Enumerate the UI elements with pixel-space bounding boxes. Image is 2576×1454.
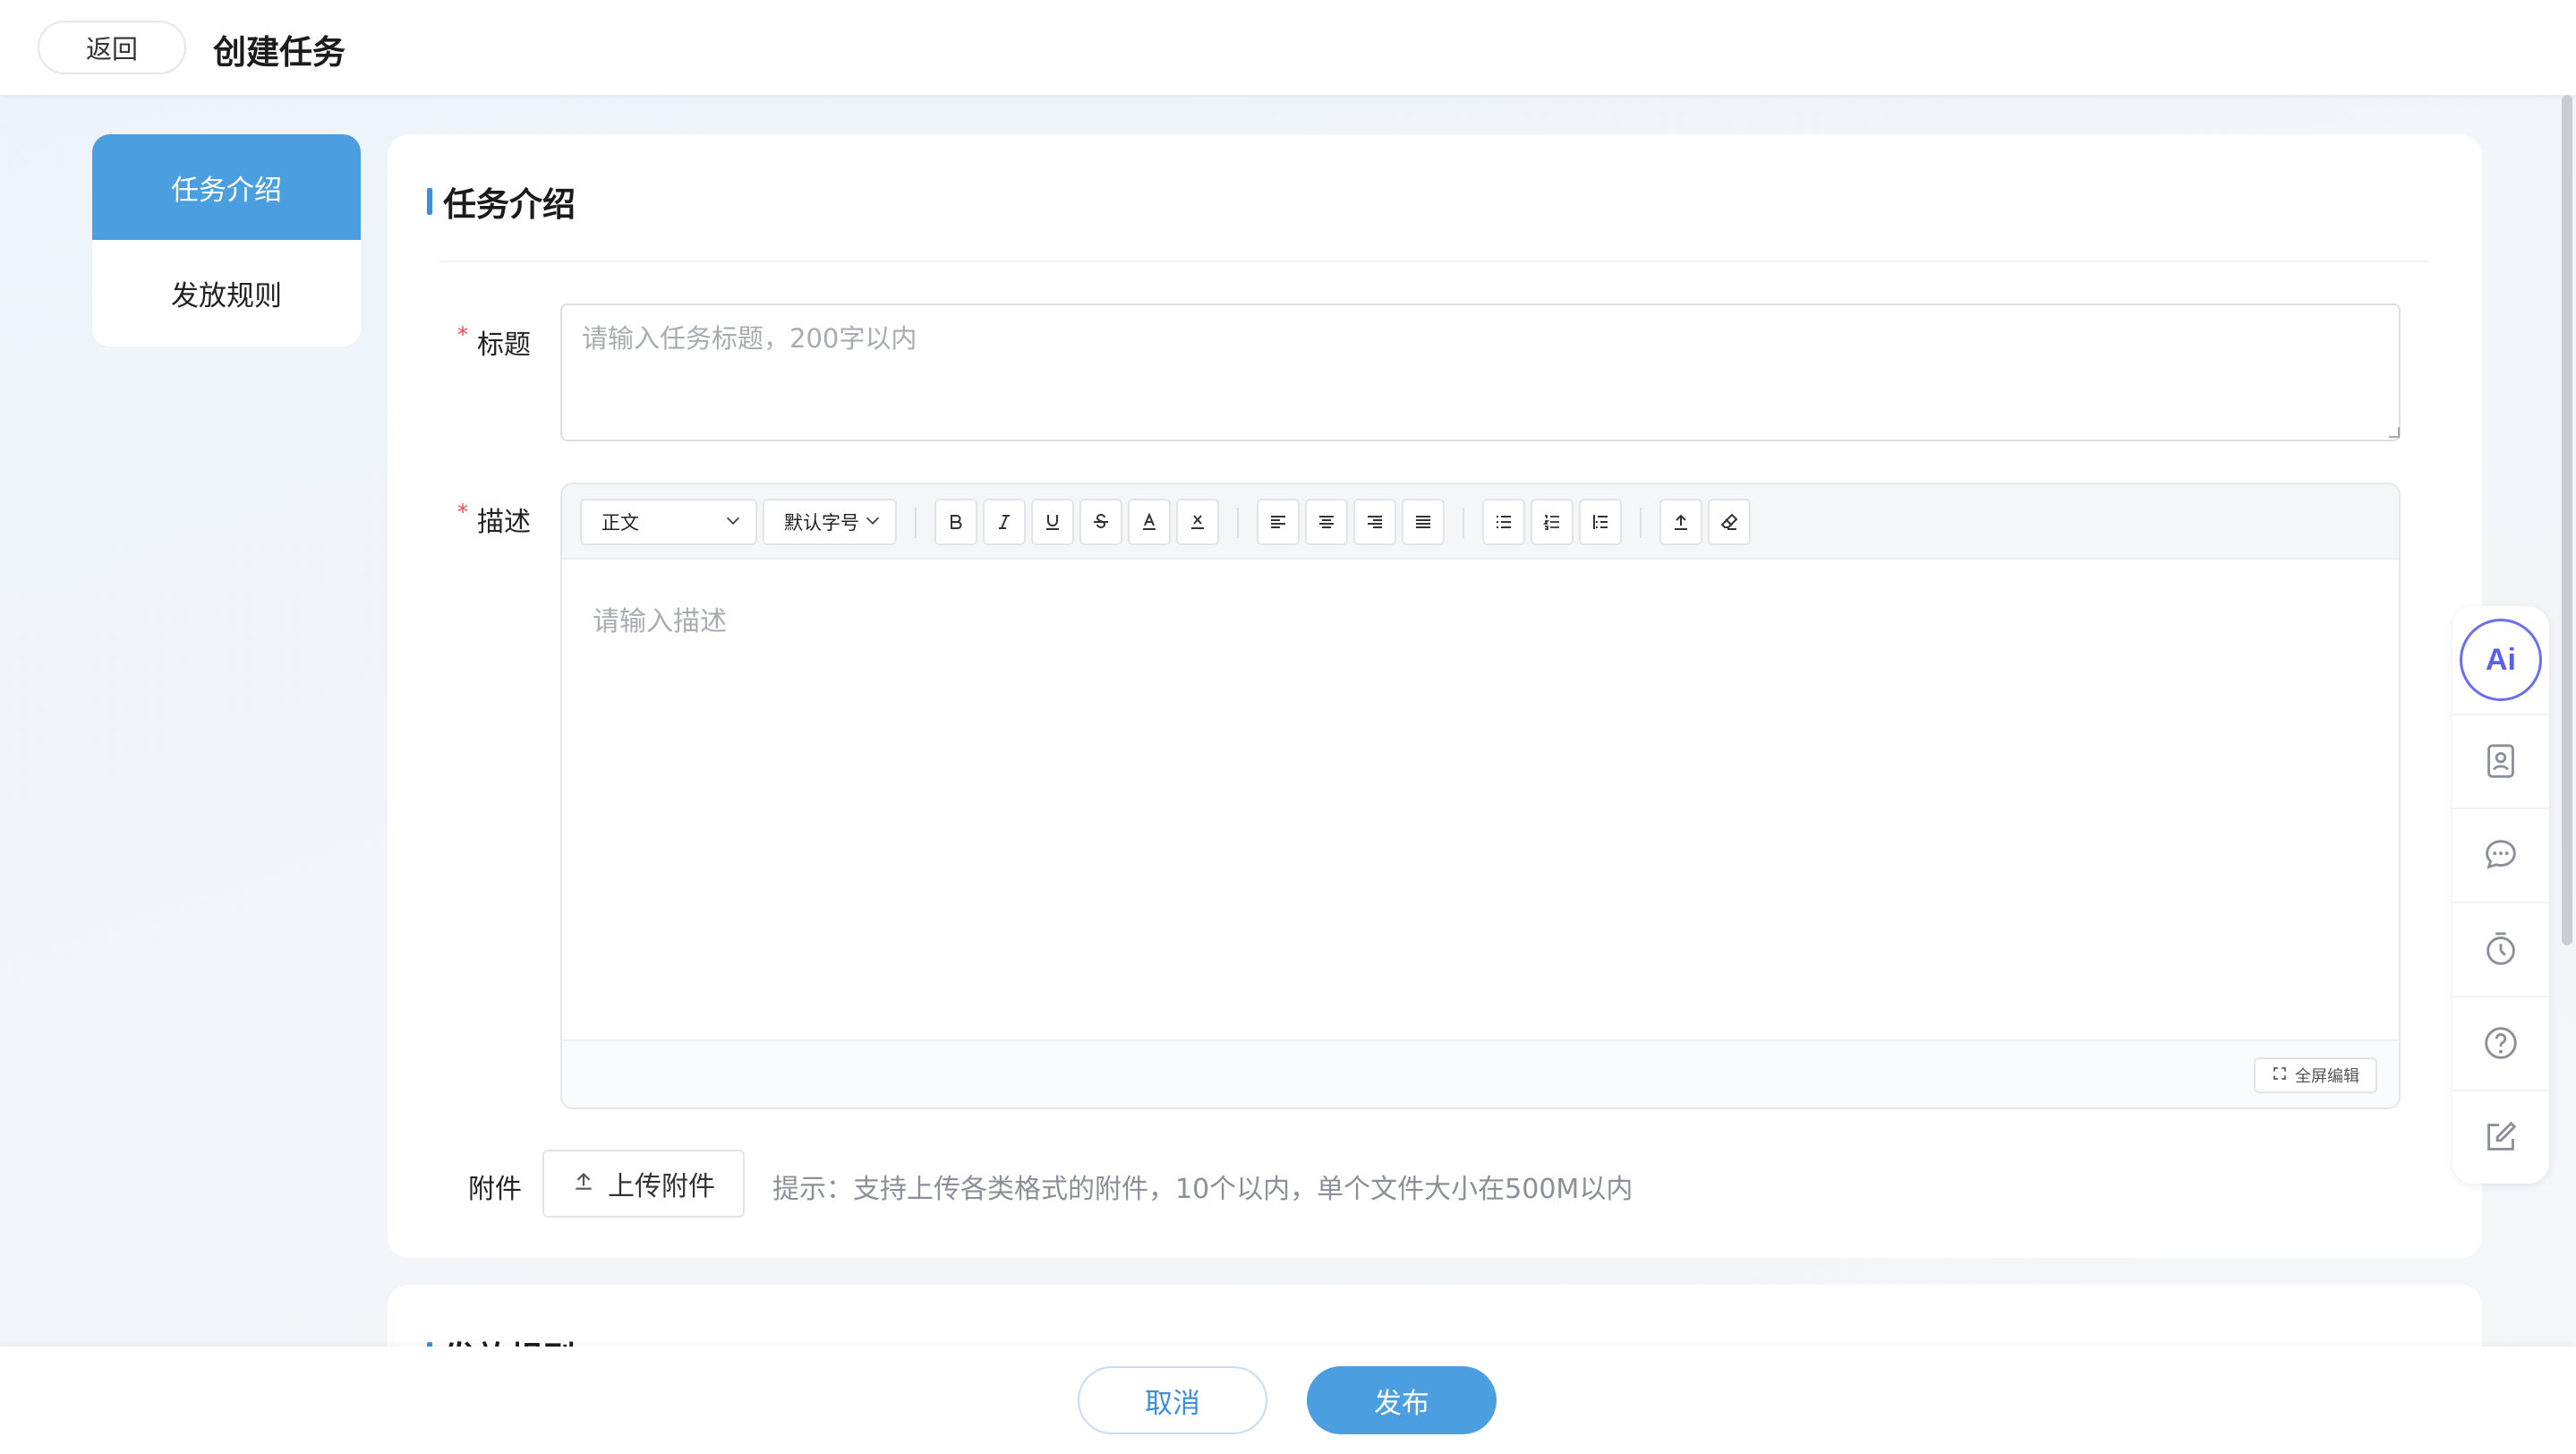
toolbar-separator — [1237, 508, 1239, 538]
chevron-down-icon — [723, 510, 743, 535]
underline-button[interactable] — [1031, 499, 1074, 545]
nav-item-task-intro[interactable]: 任务介绍 — [92, 134, 361, 240]
bullet-list-icon — [1497, 516, 1511, 528]
clear-format-icon — [1191, 515, 1204, 529]
paragraph-style-value: 正文 — [601, 512, 639, 534]
fullscreen-edit-button[interactable]: 全屏编辑 — [2254, 1057, 2377, 1093]
toolbar-separator — [1463, 508, 1464, 538]
help-icon — [2485, 1027, 2517, 1059]
bullet-list-button[interactable] — [1482, 499, 1525, 545]
align-justify-icon — [1416, 516, 1430, 528]
edit-button[interactable] — [2452, 1090, 2549, 1183]
chat-icon — [2486, 840, 2516, 869]
task-intro-card: 任务介绍 * 标题 * 描述 正文 默认字号 — [388, 134, 2482, 1258]
bold-button[interactable] — [934, 499, 977, 545]
align-left-button[interactable] — [1257, 499, 1300, 545]
section-title: 任务介绍 — [443, 185, 576, 224]
editor-content-area[interactable]: 请输入描述 — [562, 561, 2399, 1036]
bold-icon — [951, 515, 962, 529]
required-mark: * — [457, 322, 468, 347]
strikethrough-icon — [1094, 514, 1108, 528]
upload-hint: 提示：支持上传各类格式的附件，10个以内，单个文件大小在500M以内 — [772, 1174, 1633, 1205]
indent-list-button[interactable] — [1579, 499, 1622, 545]
attachment-label: 附件 — [468, 1174, 522, 1205]
publish-button[interactable]: 发布 — [1307, 1366, 1497, 1434]
align-right-icon — [1368, 516, 1382, 528]
top-bar: 返回 创建任务 — [0, 0, 2576, 95]
cancel-button[interactable]: 取消 — [1078, 1366, 1267, 1434]
upload-attachment-label: 上传附件 — [608, 1171, 715, 1202]
edit-icon — [2487, 1121, 2517, 1150]
divider — [439, 261, 2430, 262]
back-button[interactable]: 返回 — [38, 21, 186, 74]
ai-assistant-button[interactable]: Ai — [2460, 619, 2542, 701]
align-justify-button[interactable] — [1402, 499, 1445, 545]
underline-icon — [1046, 515, 1059, 530]
strikethrough-button[interactable] — [1079, 499, 1122, 545]
numbered-list-button[interactable] — [1531, 499, 1574, 545]
align-center-icon — [1319, 516, 1334, 528]
align-center-button[interactable] — [1305, 499, 1348, 545]
indent-icon — [1593, 515, 1608, 529]
align-right-button[interactable] — [1353, 499, 1396, 545]
section-header: 任务介绍 — [427, 177, 576, 226]
contact-card-button[interactable] — [2452, 714, 2549, 807]
section-nav: 任务介绍 发放规则 — [92, 134, 361, 346]
rich-text-editor: 正文 默认字号 请输入描述 全屏编辑 — [560, 483, 2401, 1109]
italic-button[interactable] — [983, 499, 1026, 545]
font-color-icon — [1143, 512, 1156, 530]
bottom-action-bar: 取消 发布 — [0, 1347, 2576, 1454]
chevron-down-icon — [863, 510, 883, 535]
numbered-list-icon — [1542, 515, 1559, 530]
font-color-button[interactable] — [1128, 499, 1171, 545]
upload-icon — [572, 1169, 595, 1199]
resize-handle[interactable] — [2389, 427, 2400, 438]
title-label: * 标题 — [457, 322, 531, 362]
floating-toolbar: Ai — [2452, 606, 2549, 1184]
page-scrollbar[interactable] — [2562, 95, 2572, 945]
align-left-icon — [1271, 516, 1285, 528]
required-mark: * — [457, 500, 468, 525]
toolbar-separator — [1640, 508, 1642, 538]
timer-button[interactable] — [2452, 902, 2549, 995]
italic-icon — [999, 515, 1010, 529]
help-button[interactable] — [2452, 996, 2549, 1089]
nav-item-distribution-rules[interactable]: 发放规则 — [92, 240, 361, 346]
editor-footer: 全屏编辑 — [562, 1039, 2399, 1108]
title-input[interactable] — [560, 304, 2401, 441]
eraser-icon — [1720, 513, 1738, 530]
font-size-value: 默认字号 — [784, 512, 859, 534]
editor-toolbar: 正文 默认字号 — [562, 484, 2399, 560]
eraser-button[interactable] — [1708, 499, 1751, 545]
title-label-text: 标题 — [477, 329, 531, 361]
fullscreen-icon — [2272, 1065, 2288, 1086]
timer-icon — [2486, 932, 2515, 965]
description-label: * 描述 — [457, 500, 531, 539]
paragraph-style-select[interactable]: 正文 — [580, 499, 757, 545]
fullscreen-edit-label: 全屏编辑 — [2295, 1067, 2359, 1086]
font-size-select[interactable]: 默认字号 — [763, 499, 897, 545]
description-label-text: 描述 — [477, 507, 531, 538]
contact-card-icon — [2487, 744, 2514, 778]
page-title: 创建任务 — [213, 33, 345, 72]
upload-icon — [1675, 514, 1687, 530]
chat-button[interactable] — [2452, 808, 2549, 901]
upload-attachment-button[interactable]: 上传附件 — [542, 1150, 745, 1218]
clear-format-button[interactable] — [1176, 499, 1219, 545]
upload-file-button[interactable] — [1659, 499, 1702, 545]
section-accent-bar — [427, 188, 432, 215]
toolbar-separator — [915, 508, 917, 538]
